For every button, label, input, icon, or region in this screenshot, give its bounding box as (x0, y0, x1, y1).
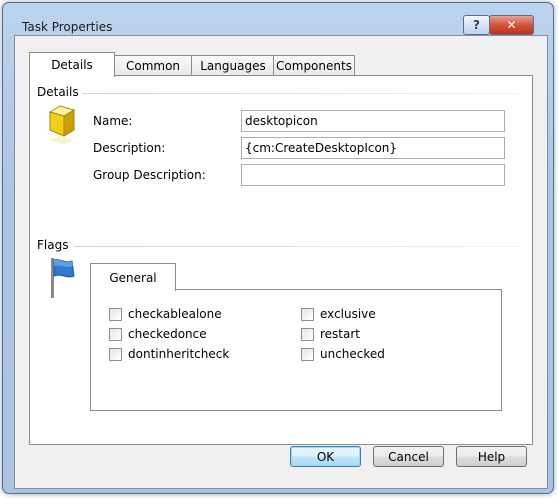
checkbox-label: dontinheritcheck (128, 347, 230, 361)
details-panel: Details Name: Description: Group Descrip… (29, 75, 533, 445)
checkbox-exclusive[interactable]: exclusive (301, 307, 376, 321)
checkbox-label: checkedonce (128, 327, 207, 341)
cancel-button[interactable]: Cancel (373, 446, 444, 467)
tab-details[interactable]: Details (29, 52, 115, 77)
close-icon: ✕ (506, 18, 517, 32)
window-title: Task Properties (22, 20, 113, 34)
flags-group: checkablealone checkedonce dontinheritch… (90, 289, 502, 411)
tab-common[interactable]: Common (113, 55, 193, 76)
flag-icon (51, 258, 75, 298)
checkbox-checkedonce[interactable]: checkedonce (109, 327, 207, 341)
checkbox-box[interactable] (301, 327, 314, 341)
group-description-label: Group Description: (93, 168, 206, 182)
description-label: Description: (93, 141, 166, 155)
checkbox-dontinheritcheck[interactable]: dontinheritcheck (109, 347, 229, 361)
inner-tab-general[interactable]: General (90, 263, 176, 291)
flags-section-label: Flags (37, 238, 69, 252)
close-button[interactable]: ✕ (489, 15, 534, 35)
cube-icon (48, 105, 76, 144)
checkbox-label: checkablealone (128, 307, 222, 321)
dialog-client: Details Common Languages Components Deta… (14, 35, 548, 489)
checkbox-label: restart (320, 327, 361, 341)
name-label: Name: (93, 114, 133, 128)
tab-components[interactable]: Components (273, 55, 355, 76)
title-help-button[interactable]: ? (463, 15, 490, 35)
tab-languages[interactable]: Languages (191, 55, 275, 76)
help-icon: ? (473, 18, 480, 32)
checkbox-box[interactable] (301, 307, 314, 321)
name-input[interactable] (241, 110, 505, 132)
details-section-label: Details (37, 85, 79, 99)
checkbox-box[interactable] (109, 307, 122, 321)
description-input[interactable] (241, 137, 505, 159)
ok-button[interactable]: OK (290, 446, 361, 467)
checkbox-restart[interactable]: restart (301, 327, 360, 341)
help-button[interactable]: Help (456, 446, 527, 467)
dialog-window: Task Properties ? ✕ Details Common Langu… (2, 2, 554, 494)
checkbox-box[interactable] (301, 347, 314, 361)
group-description-input[interactable] (241, 164, 505, 186)
details-separator (82, 93, 522, 94)
checkbox-checkablealone[interactable]: checkablealone (109, 307, 222, 321)
checkbox-box[interactable] (109, 347, 122, 361)
checkbox-label: exclusive (320, 307, 376, 321)
checkbox-box[interactable] (109, 327, 122, 341)
checkbox-label: unchecked (320, 347, 385, 361)
checkbox-unchecked[interactable]: unchecked (301, 347, 385, 361)
flags-separator (74, 246, 522, 247)
